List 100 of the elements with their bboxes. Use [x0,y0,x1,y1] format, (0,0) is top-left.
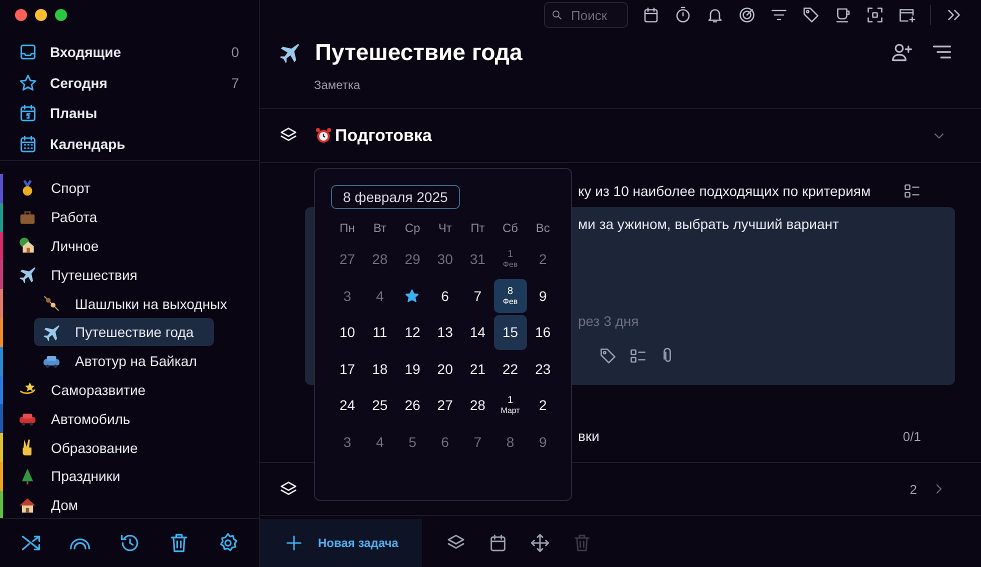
day-cell[interactable]: 2 [526,242,560,276]
nav-item[interactable]: Сегодня 7 [0,68,259,98]
weekday-label: Пн [338,220,356,237]
project-item[interactable]: Образование [3,434,150,462]
day-cell[interactable]: 8 Фев [494,278,527,313]
day-cell[interactable]: 22 [494,352,527,386]
task-text: ку из 10 наиболее подходящих по критериям [578,183,872,199]
day-cell[interactable]: 4 [364,278,396,313]
project-item[interactable]: Путешествие года [34,318,214,346]
project-item[interactable]: Праздники [3,462,132,490]
date-field[interactable]: 8 февраля 2025 [331,185,460,209]
nav-item[interactable]: Календарь [0,128,259,159]
day-cell[interactable]: 27 [331,242,364,276]
task-text: вки [578,428,600,444]
subtask-count: 0/1 [902,428,921,444]
add-user-icon[interactable] [891,41,913,63]
day-cell[interactable]: 26 [396,388,429,422]
star-icon [18,72,38,93]
day-cell[interactable]: 9 [526,278,560,313]
day-cell[interactable]: 28 [364,242,396,276]
nav-item[interactable]: Входящие 0 [0,37,259,68]
checklist-icon[interactable] [629,347,647,365]
day-cell[interactable]: 19 [396,352,429,386]
project-item[interactable]: Автомобиль [3,404,142,433]
day-cell[interactable]: 7 [461,424,494,459]
day-cell[interactable]: 25 [364,388,396,422]
calendar-icon[interactable] [642,6,660,24]
history-icon[interactable] [118,532,140,554]
day-cell[interactable]: 1 Март [494,388,527,422]
scan-icon[interactable] [866,6,884,24]
day-cell[interactable]: 7 [461,278,494,313]
tag-icon[interactable] [599,347,617,365]
day-cell[interactable]: 2 [526,388,560,422]
skewer-icon [42,294,61,314]
day-cell[interactable]: 6 [428,424,462,459]
due-label: рез 3 дня [578,313,640,331]
day-cell[interactable]: 29 [396,242,429,276]
day-cell[interactable]: 12 [396,315,429,350]
day-cell[interactable]: 14 [461,315,494,350]
calendar-icon [18,103,38,124]
new-task-button[interactable]: Новая задача [260,519,422,567]
day-cell[interactable]: 27 [428,388,462,422]
project-item[interactable]: Личное [3,232,111,260]
day-cell[interactable]: 5 [396,424,429,459]
day-cell[interactable]: 17 [331,352,364,386]
weekday-label: Пт [470,220,486,237]
weekday-label: Вс [534,220,551,237]
target-icon[interactable] [738,6,756,24]
search-field[interactable]: Поиск [544,2,628,28]
airplane-icon [42,322,61,342]
project-item[interactable]: Саморазвитие [3,376,158,404]
timer-icon[interactable] [674,6,692,24]
project-item[interactable]: Спорт [3,174,102,202]
day-cell[interactable]: 13 [428,315,462,350]
project-item[interactable]: Работа [3,203,110,232]
project-item[interactable]: Дом [3,491,90,518]
minimize-window-button[interactable] [35,9,47,21]
nav-item[interactable]: Планы [0,98,259,128]
cup-icon[interactable] [834,6,852,24]
day-cell[interactable]: 1 Фев [494,242,527,276]
day-cell[interactable]: 16 [526,315,560,350]
day-cell[interactable]: 6 [428,278,462,313]
zoom-window-button[interactable] [55,9,67,21]
bell-icon[interactable] [706,6,724,24]
weekday-label: Вт [372,220,388,237]
search-icon [551,9,563,21]
task-count: 2 [910,482,917,496]
day-cell[interactable]: 3 [331,424,364,459]
day-cell[interactable]: 28 [461,388,494,422]
section-title: Подготовка [335,126,432,146]
plus-icon [284,533,304,553]
project-item[interactable]: Путешествия [3,260,150,289]
day-cell[interactable]: 11 [364,315,396,350]
close-window-button[interactable] [15,9,27,21]
checklist-icon[interactable] [903,182,921,200]
day-cell[interactable]: 10 [331,315,364,350]
house-icon [18,236,37,256]
day-cell[interactable]: 18 [364,352,396,386]
day-cell[interactable]: 4 [364,424,396,459]
project-item[interactable]: Шашлыки на выходных [34,290,240,318]
weekday-label: Чт [437,220,453,237]
window-plus-icon[interactable] [898,6,916,24]
project-item[interactable]: Автотур на Байкал [34,347,214,376]
day-cell[interactable]: 15 [494,315,527,350]
day-cell[interactable]: 24 [331,388,364,422]
day-cell[interactable]: 23 [526,352,560,386]
note-label: Заметка [314,78,362,92]
day-cell[interactable]: 20 [428,352,462,386]
day-cell[interactable]: 9 [526,424,560,459]
move-icon[interactable] [530,533,550,553]
settings-icon[interactable] [217,532,239,554]
day-cell[interactable]: 30 [428,242,462,276]
tag-icon[interactable] [802,6,820,24]
day-cell[interactable]: 21 [461,352,494,386]
task-text: ми за ужином, выбрать лучший вариант [578,215,840,234]
inbox-icon [18,42,38,62]
day-cell[interactable]: 8 [494,424,527,459]
calendar-icon[interactable] [488,533,508,553]
day-cell[interactable]: 31 [461,242,494,276]
day-cell[interactable]: 3 [331,278,364,313]
